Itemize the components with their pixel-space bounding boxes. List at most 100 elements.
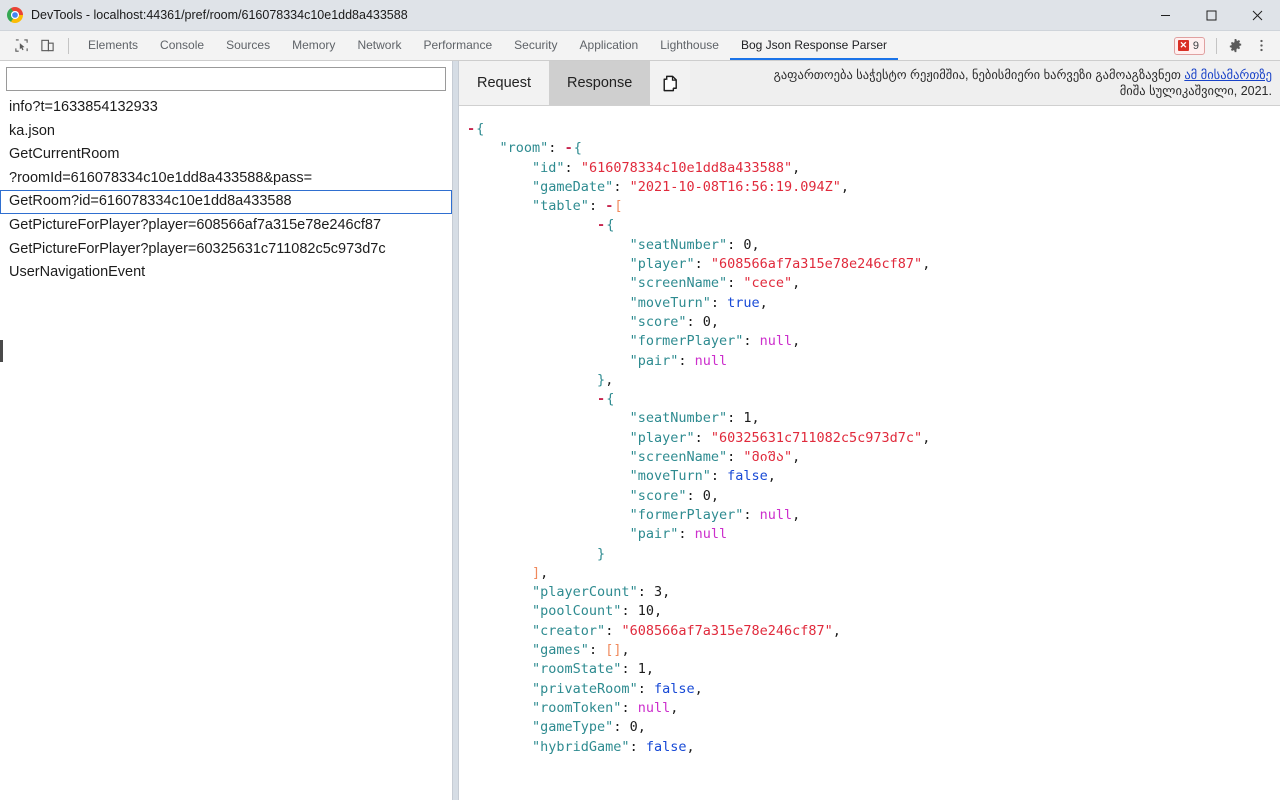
json-line: -{ bbox=[459, 120, 1280, 139]
json-token-punct: , bbox=[833, 623, 841, 639]
list-item[interactable]: info?t=1633854132933 bbox=[0, 96, 452, 120]
collapse-toggle-icon[interactable]: - bbox=[605, 198, 613, 214]
json-token-nul: null bbox=[760, 333, 793, 349]
tab-lighthouse[interactable]: Lighthouse bbox=[649, 32, 730, 60]
json-token-punct: : bbox=[565, 160, 581, 176]
list-item[interactable]: GetCurrentRoom bbox=[0, 143, 452, 167]
json-token-num: 0 bbox=[703, 314, 711, 330]
json-token-num: 1 bbox=[638, 661, 646, 677]
close-button[interactable] bbox=[1234, 0, 1280, 31]
json-token-key: "roomToken" bbox=[532, 700, 621, 716]
tab-performance[interactable]: Performance bbox=[412, 32, 503, 60]
json-line: "gameType": 0, bbox=[459, 718, 1280, 737]
collapse-toggle-icon[interactable]: - bbox=[597, 217, 605, 233]
list-item[interactable]: ka.json bbox=[0, 120, 452, 144]
json-token-punct: : bbox=[621, 661, 637, 677]
tab-console[interactable]: Console bbox=[149, 32, 215, 60]
json-token-key: "room" bbox=[500, 140, 549, 156]
inspect-element-icon[interactable] bbox=[8, 33, 34, 59]
json-token-punct: , bbox=[792, 449, 800, 465]
request-filter-input[interactable] bbox=[6, 67, 446, 91]
json-line: ], bbox=[459, 564, 1280, 583]
tab-elements[interactable]: Elements bbox=[77, 32, 149, 60]
toolbar-divider bbox=[68, 38, 69, 54]
json-token-key: "table" bbox=[532, 198, 589, 214]
json-token-punct: : bbox=[695, 430, 711, 446]
json-line: "creator": "608566af7a315e78e246cf87", bbox=[459, 622, 1280, 641]
tab-memory[interactable]: Memory bbox=[281, 32, 346, 60]
json-token-str: "2021-10-08T16:56:19.094Z" bbox=[630, 179, 841, 195]
json-token-str: "608566af7a315e78e246cf87" bbox=[711, 256, 922, 272]
collapse-toggle-icon[interactable]: - bbox=[565, 140, 573, 156]
filter-row bbox=[0, 61, 452, 91]
json-token-key: "moveTurn" bbox=[630, 468, 711, 484]
json-line: }, bbox=[459, 371, 1280, 390]
device-toolbar-icon[interactable] bbox=[34, 33, 60, 59]
json-token-punct: , bbox=[662, 584, 670, 600]
collapse-toggle-icon[interactable]: - bbox=[597, 391, 605, 407]
json-token-key: "player" bbox=[630, 430, 695, 446]
gear-icon[interactable] bbox=[1222, 33, 1248, 59]
list-item-selected[interactable]: GetRoom?id=616078334c10e1dd8a433588 bbox=[0, 190, 452, 214]
json-token-str: "616078334c10e1dd8a433588" bbox=[581, 160, 792, 176]
json-line: "table": -[ bbox=[459, 197, 1280, 216]
json-line: "formerPlayer": null, bbox=[459, 332, 1280, 351]
json-token-num: 0 bbox=[703, 488, 711, 504]
json-token-punct: , bbox=[752, 237, 760, 253]
json-line: "privateRoom": false, bbox=[459, 680, 1280, 699]
list-item[interactable]: UserNavigationEvent bbox=[0, 261, 452, 285]
response-header: Request Response გაფართოება საჭესტო რეჟი… bbox=[459, 61, 1280, 106]
json-token-nul: null bbox=[638, 700, 671, 716]
json-token-punct: : bbox=[548, 140, 564, 156]
minimize-button[interactable] bbox=[1142, 0, 1188, 31]
json-line: } bbox=[459, 545, 1280, 564]
json-token-key: "score" bbox=[630, 314, 687, 330]
tab-request[interactable]: Request bbox=[459, 61, 549, 105]
json-token-punct: , bbox=[646, 661, 654, 677]
json-line: "player": "60325631c711082c5c973d7c", bbox=[459, 429, 1280, 448]
json-token-punct: : bbox=[678, 526, 694, 542]
json-token-punct: : bbox=[638, 584, 654, 600]
json-line: "roomState": 1, bbox=[459, 660, 1280, 679]
json-token-bracket: ] bbox=[532, 565, 540, 581]
json-token-key: "poolCount" bbox=[532, 603, 621, 619]
json-response-viewer[interactable]: -{ "room": -{ "id": "616078334c10e1dd8a4… bbox=[459, 106, 1280, 800]
json-token-punct: : bbox=[630, 739, 646, 755]
pane-splitter[interactable] bbox=[452, 61, 459, 800]
tab-bog-json-response-parser[interactable]: Bog Json Response Parser bbox=[730, 32, 898, 60]
tab-security[interactable]: Security bbox=[503, 32, 568, 60]
devtools-panel-tabs: Elements Console Sources Memory Network … bbox=[77, 31, 1174, 60]
json-token-key: "seatNumber" bbox=[630, 410, 728, 426]
json-token-brace: { bbox=[606, 217, 614, 233]
json-line: "pair": null bbox=[459, 352, 1280, 371]
tab-network[interactable]: Network bbox=[346, 32, 412, 60]
tab-sources[interactable]: Sources bbox=[215, 32, 281, 60]
notice-link[interactable]: ამ მისამართზე bbox=[1184, 68, 1272, 82]
json-token-key: "roomState" bbox=[532, 661, 621, 677]
notice-line-1: გაფართოება საჭესტო რეჟიმშია, ნებისმიერი … bbox=[774, 67, 1272, 83]
error-count-badge[interactable]: ✕ 9 bbox=[1174, 37, 1205, 55]
tab-response[interactable]: Response bbox=[549, 61, 650, 105]
json-line: "moveTurn": true, bbox=[459, 294, 1280, 313]
json-line: "pair": null bbox=[459, 525, 1280, 544]
json-line: "playerCount": 3, bbox=[459, 583, 1280, 602]
collapse-toggle-icon[interactable]: - bbox=[467, 121, 475, 137]
json-token-punct: : bbox=[727, 237, 743, 253]
copy-pages-icon[interactable] bbox=[650, 61, 690, 105]
json-token-brace: { bbox=[476, 121, 484, 137]
json-token-punct: , bbox=[540, 565, 548, 581]
list-item[interactable]: GetPictureForPlayer?player=60325631c7110… bbox=[0, 238, 452, 262]
panel-edge-handle[interactable] bbox=[0, 340, 3, 362]
json-token-brace: { bbox=[606, 391, 614, 407]
list-item[interactable]: GetPictureForPlayer?player=608566af7a315… bbox=[0, 214, 452, 238]
list-item[interactable]: ?roomId=616078334c10e1dd8a433588&pass= bbox=[0, 167, 452, 191]
maximize-button[interactable] bbox=[1188, 0, 1234, 31]
json-token-punct: , bbox=[922, 256, 930, 272]
json-line: "formerPlayer": null, bbox=[459, 506, 1280, 525]
window-title: DevTools - localhost:44361/pref/room/616… bbox=[31, 8, 1142, 22]
notice-text: გაფართოება საჭესტო რეჟიმშია, ნებისმიერი … bbox=[774, 68, 1185, 82]
tab-application[interactable]: Application bbox=[569, 32, 650, 60]
more-vertical-icon[interactable] bbox=[1248, 33, 1274, 59]
json-line: "hybridGame": false, bbox=[459, 738, 1280, 757]
json-token-key: "games" bbox=[532, 642, 589, 658]
